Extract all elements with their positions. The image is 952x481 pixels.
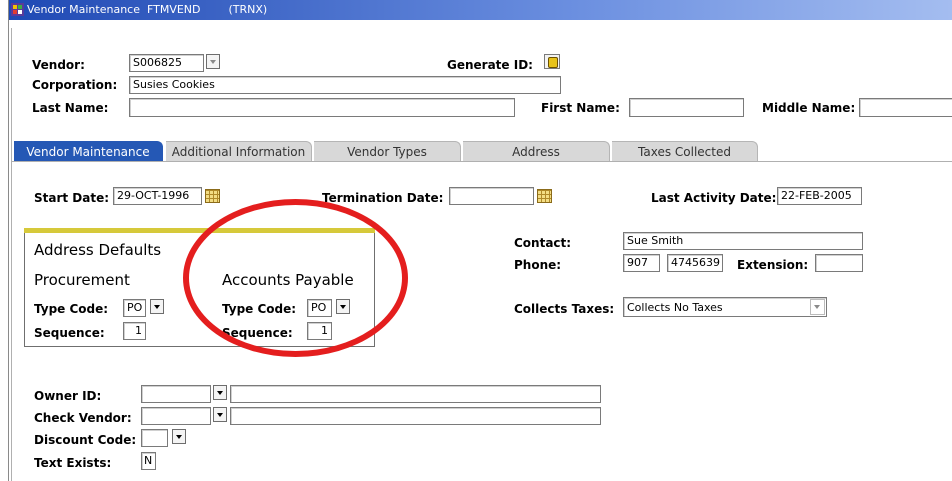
collects-taxes-label: Collects Taxes: — [514, 302, 615, 316]
discount-code-dropdown[interactable] — [172, 429, 186, 444]
tab-additional-information[interactable]: Additional Information — [166, 141, 312, 162]
app-icon — [11, 3, 24, 16]
tab-address[interactable]: Address — [463, 141, 610, 162]
procurement-type-code-label: Type Code: — [34, 302, 109, 316]
window-left-border — [8, 0, 9, 481]
vendor-label: Vendor: — [32, 58, 85, 72]
owner-id-dropdown[interactable] — [213, 385, 227, 400]
tab-taxes-collected[interactable]: Taxes Collected — [612, 141, 758, 162]
last-name-field[interactable] — [129, 98, 515, 117]
corporation-field[interactable]: Susies Cookies — [129, 76, 561, 94]
termination-date-field[interactable] — [449, 187, 534, 205]
procurement-heading: Procurement — [34, 271, 130, 289]
check-vendor-field[interactable] — [141, 407, 211, 425]
phone-area-field[interactable]: 907 — [623, 254, 660, 272]
contact-field[interactable]: Sue Smith — [623, 232, 863, 250]
phone-label: Phone: — [514, 258, 562, 272]
termination-date-calendar-icon[interactable] — [537, 189, 552, 203]
check-vendor-label: Check Vendor: — [34, 411, 132, 425]
check-vendor-name-field[interactable] — [230, 407, 601, 425]
corporation-label: Corporation: — [32, 78, 118, 92]
tab-vendor-types[interactable]: Vendor Types — [314, 141, 461, 162]
procurement-sequence-label: Sequence: — [34, 326, 105, 340]
window-titlebar: Vendor Maintenance FTMVEND (TRNX) — [9, 0, 952, 20]
window-title: Vendor Maintenance FTMVEND (TRNX) — [27, 3, 268, 16]
owner-id-label: Owner ID: — [34, 389, 102, 403]
vendor-field[interactable]: S006825 — [129, 54, 204, 72]
owner-id-field[interactable] — [141, 385, 211, 403]
procurement-type-code-field[interactable]: PO — [123, 299, 146, 317]
collects-taxes-dropdown-icon[interactable] — [810, 299, 825, 315]
extension-label: Extension: — [737, 258, 809, 272]
last-activity-date-field[interactable]: 22-FEB-2005 — [777, 187, 862, 205]
discount-code-label: Discount Code: — [34, 433, 137, 447]
owner-name-field[interactable] — [230, 385, 601, 403]
check-vendor-dropdown[interactable] — [213, 407, 227, 422]
discount-code-field[interactable] — [141, 429, 168, 447]
tab-vendor-maintenance[interactable]: Vendor Maintenance — [14, 141, 163, 162]
middle-name-label: Middle Name: — [762, 101, 856, 115]
start-date-calendar-icon[interactable] — [205, 189, 220, 203]
procurement-type-code-dropdown[interactable] — [150, 299, 164, 314]
generate-id-label: Generate ID: — [447, 58, 533, 72]
start-date-field[interactable]: 29-OCT-1996 — [113, 187, 202, 205]
collects-taxes-select[interactable]: Collects No Taxes — [623, 297, 827, 317]
termination-date-label: Termination Date: — [322, 191, 444, 205]
first-name-label: First Name: — [541, 101, 620, 115]
address-defaults-heading: Address Defaults — [34, 241, 162, 259]
extension-field[interactable] — [815, 254, 863, 272]
annotation-oval — [183, 199, 408, 357]
contact-label: Contact: — [514, 236, 572, 250]
middle-name-field[interactable] — [859, 98, 952, 117]
last-activity-date-label: Last Activity Date: — [651, 191, 777, 205]
last-name-label: Last Name: — [32, 101, 109, 115]
first-name-field[interactable] — [629, 98, 744, 117]
vendor-dropdown-button[interactable] — [206, 54, 220, 69]
procurement-sequence-field[interactable]: 1 — [123, 322, 146, 340]
text-exists-label: Text Exists: — [34, 456, 112, 470]
form-left-border — [11, 28, 12, 481]
text-exists-field: N — [141, 452, 156, 470]
start-date-label: Start Date: — [34, 191, 110, 205]
generate-id-icon[interactable] — [544, 54, 560, 69]
phone-number-field[interactable]: 4745639 — [667, 254, 723, 272]
tab-underline — [12, 161, 952, 162]
